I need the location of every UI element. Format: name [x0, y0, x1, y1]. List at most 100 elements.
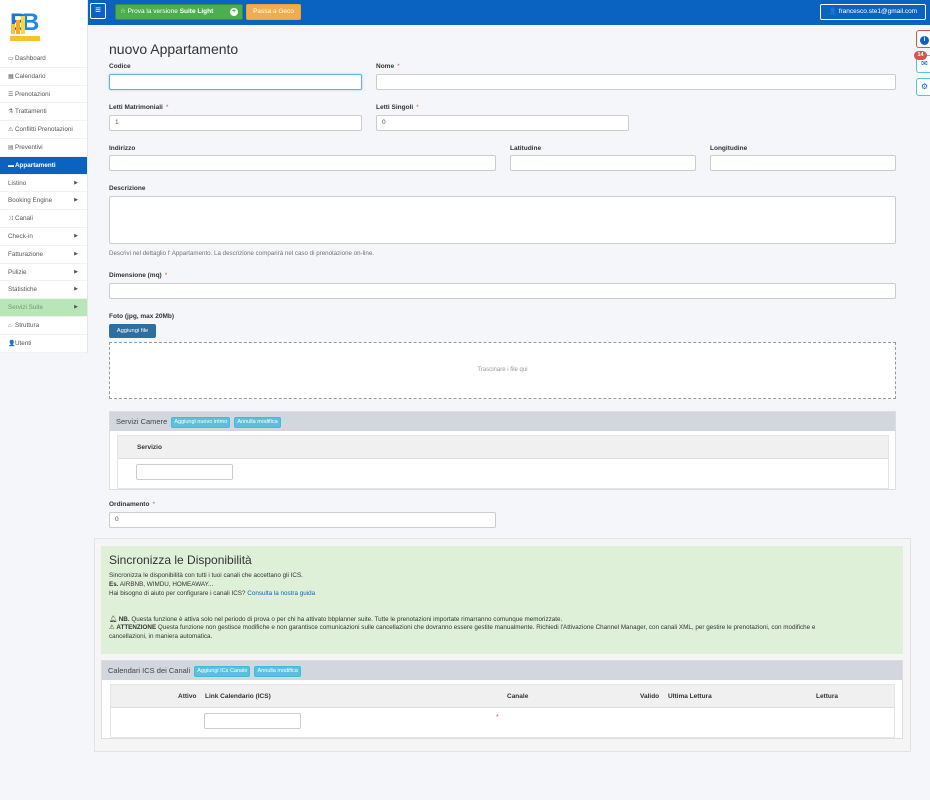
sidebar-item-label: Struttura: [15, 321, 40, 329]
link-column-header: Link Calendario (ICS): [205, 693, 271, 700]
guide-link[interactable]: Consulta la nostra guida: [247, 590, 315, 597]
sidebar-item-label: Listino: [8, 179, 27, 187]
servizio-column-header: Servizio: [137, 444, 162, 451]
sidebar-item-prenotazioni[interactable]: ☰ Prenotazioni: [0, 86, 87, 104]
sidebar-item-trattamenti[interactable]: ⚗ Trattamenti: [0, 103, 87, 122]
switch-to-geco-button[interactable]: Passa a Geco: [246, 4, 301, 20]
warning-icon: ⚠: [109, 624, 115, 631]
servizi-table-header: [118, 436, 888, 459]
nome-label: Nome *: [376, 63, 400, 70]
longitudine-label: Longitudine: [710, 145, 748, 152]
caret-right-icon: ▶: [74, 197, 78, 204]
foto-label: Foto (jpg, max 20Mb): [109, 313, 174, 320]
caret-right-icon: ▶: [74, 286, 78, 293]
file-dropzone[interactable]: Trascinare i file qui: [109, 342, 896, 399]
indirizzo-label: Indirizzo: [109, 145, 136, 152]
sidebar-menu: ▭Dashboard ▦Calendario ☰ Prenotazioni ⚗ Tratt…: [0, 50, 87, 353]
sidebar-item-canali[interactable]: ⤨ Canali: [0, 210, 87, 228]
sidebar: B B ▭Dashboard▦Calendario☰Prenotazioni⚗T…: [0, 0, 88, 353]
servizi-camere-panel: Servizi Camere Aggiungi nuovo intmo Annu…: [109, 411, 896, 490]
page-title: nuovo Appartamento: [109, 41, 239, 57]
sync-title: Sincronizza le Disponibilità: [109, 553, 252, 567]
letti-singoli-label: Letti Singoli *: [376, 104, 419, 111]
ics-header: Calendari ICS dei Canali Aggiungi ICs Ca…: [102, 661, 902, 680]
sidebar-item-appartamenti[interactable]: ▬Appartamenti: [0, 156, 87, 175]
sidebar-item-label: Conflitti Prenotazioni: [15, 126, 73, 134]
codice-input[interactable]: [109, 74, 362, 90]
sidebar-item-statistiche[interactable]: Statistiche ▶: [0, 281, 87, 300]
sidebar-item-conflitti-prenotazioni[interactable]: ⚠ Conflitti Prenotazioni: [0, 121, 87, 139]
servizi-camere-header: Servizi Camere Aggiungi nuovo intmo Annu…: [110, 412, 895, 431]
menu-toggle-icon[interactable]: ≡: [90, 3, 106, 19]
dimensione-input[interactable]: [109, 283, 896, 299]
attivo-column-header: Attivo: [178, 693, 197, 700]
info-icon: i: [920, 36, 929, 45]
descrizione-textarea[interactable]: [109, 196, 896, 244]
letti-singoli-input[interactable]: 0: [376, 115, 629, 131]
gears-icon: ⚙: [920, 82, 929, 91]
sync-line-2: Es. AIRBNB, WIMDU, HOMEAWAY...: [109, 581, 214, 588]
letti-matrimoniali-label: Letti Matrimoniali *: [109, 104, 169, 111]
sidebar-item-servizi-suite[interactable]: Servizi Suite ▶: [0, 299, 87, 317]
sync-line-1: Sincronizza le disponibilità con tutti i…: [109, 572, 303, 579]
longitudine-input[interactable]: [710, 155, 896, 171]
sidebar-item-label: Trattamenti: [15, 108, 47, 116]
sidebar-item-label: Servizi Suite: [8, 304, 43, 312]
try-suite-light-button[interactable]: ☆ Prova la versione Suite Light +: [115, 4, 243, 20]
nome-input[interactable]: [376, 74, 896, 90]
cancel-ics-edit-button[interactable]: Annulla modifica: [254, 665, 301, 677]
letti-matrimoniali-input[interactable]: 1: [109, 115, 362, 131]
sidebar-item-pulizie[interactable]: Pulizie ▶: [0, 264, 87, 282]
sync-attention: ⚠ ATTENZIONE Questa funzione non gestisc…: [109, 624, 816, 631]
cancel-service-edit-button[interactable]: Annulla modifica: [234, 416, 281, 428]
indirizzo-input[interactable]: [109, 155, 496, 171]
user-email: francesco.ste1@gmail.com: [838, 8, 918, 15]
canale-column-header: Canale: [507, 693, 529, 700]
servizio-input[interactable]: [136, 464, 233, 480]
sidebar-item-label: Prenotazioni: [15, 90, 51, 98]
latitudine-input[interactable]: [510, 155, 696, 171]
latitudine-label: Latitudine: [510, 145, 542, 152]
add-file-button[interactable]: Aggiungi file: [109, 324, 156, 338]
sidebar-item-struttura[interactable]: ⌂ Struttura: [0, 317, 87, 335]
bbplanner-logo[interactable]: B B: [8, 6, 42, 44]
dimensione-label: Dimensione (mq) *: [109, 272, 168, 279]
user-account-button[interactable]: 👤 francesco.ste1@gmail.com: [820, 4, 926, 20]
warning-icon: ⚠: [8, 127, 14, 134]
sidebar-item-fatturazione[interactable]: Fatturazione ▶: [0, 246, 87, 264]
sync-attention-2: cancellazioni, in maniera automatica.: [109, 633, 213, 640]
suite-bold: Suite Light: [179, 8, 214, 15]
add-service-button[interactable]: Aggiungi nuovo intmo: [171, 416, 231, 428]
ordinamento-input[interactable]: 0: [109, 512, 496, 528]
sidebar-item-preventivi[interactable]: ▤Preventivi: [0, 139, 87, 157]
settings-button[interactable]: ⚙: [916, 78, 930, 96]
sidebar-item-dashboard[interactable]: ▭Dashboard: [0, 50, 87, 68]
sidebar-item-label: Preventivi: [15, 143, 43, 151]
sidebar-item-label: Pulizie: [8, 268, 27, 276]
add-ics-channel-button[interactable]: Aggiungi ICs Canale: [194, 665, 251, 677]
descrizione-help: Descrivi nel dettaglio l' Appartamento. …: [109, 250, 374, 257]
laptop-icon: ▭: [8, 56, 14, 62]
sync-nb: 🔔︎ NB. Questa funzione è attiva solo nel…: [109, 616, 563, 623]
sync-line-3: Hai bisogno di aiuto per configurare i c…: [109, 590, 316, 597]
suite-prefix: Prova la versione: [127, 8, 178, 15]
sidebar-item-check-in[interactable]: Check-in ▶: [0, 228, 87, 246]
valido-column-header: Valido: [640, 693, 660, 700]
notifications-badge: 14: [914, 51, 927, 60]
sidebar-item-listino[interactable]: Listino ▶: [0, 175, 87, 193]
star-icon: ☆: [120, 8, 126, 15]
servizi-table: Servizio: [117, 435, 889, 489]
ics-link-input[interactable]: [204, 713, 301, 729]
sidebar-item-calendario[interactable]: ▦Calendario: [0, 68, 87, 86]
file-icon: ▤: [8, 144, 14, 151]
sidebar-item-label: Fatturazione: [8, 250, 44, 258]
sidebar-item-label: Calendario: [15, 72, 46, 80]
sidebar-item-utenti[interactable]: 👤Utenti: [0, 335, 87, 353]
sidebar-item-booking-engine[interactable]: Booking Engine ▶: [0, 192, 87, 211]
caret-right-icon: ▶: [74, 232, 78, 239]
sync-alert: Sincronizza le Disponibilità Sincronizza…: [101, 546, 903, 654]
codice-label: Codice: [109, 63, 131, 70]
envelope-icon: ✉: [921, 59, 928, 68]
info-button[interactable]: i: [916, 30, 930, 48]
ultima-lettura-column-header: Ultima Lettura: [668, 693, 712, 700]
